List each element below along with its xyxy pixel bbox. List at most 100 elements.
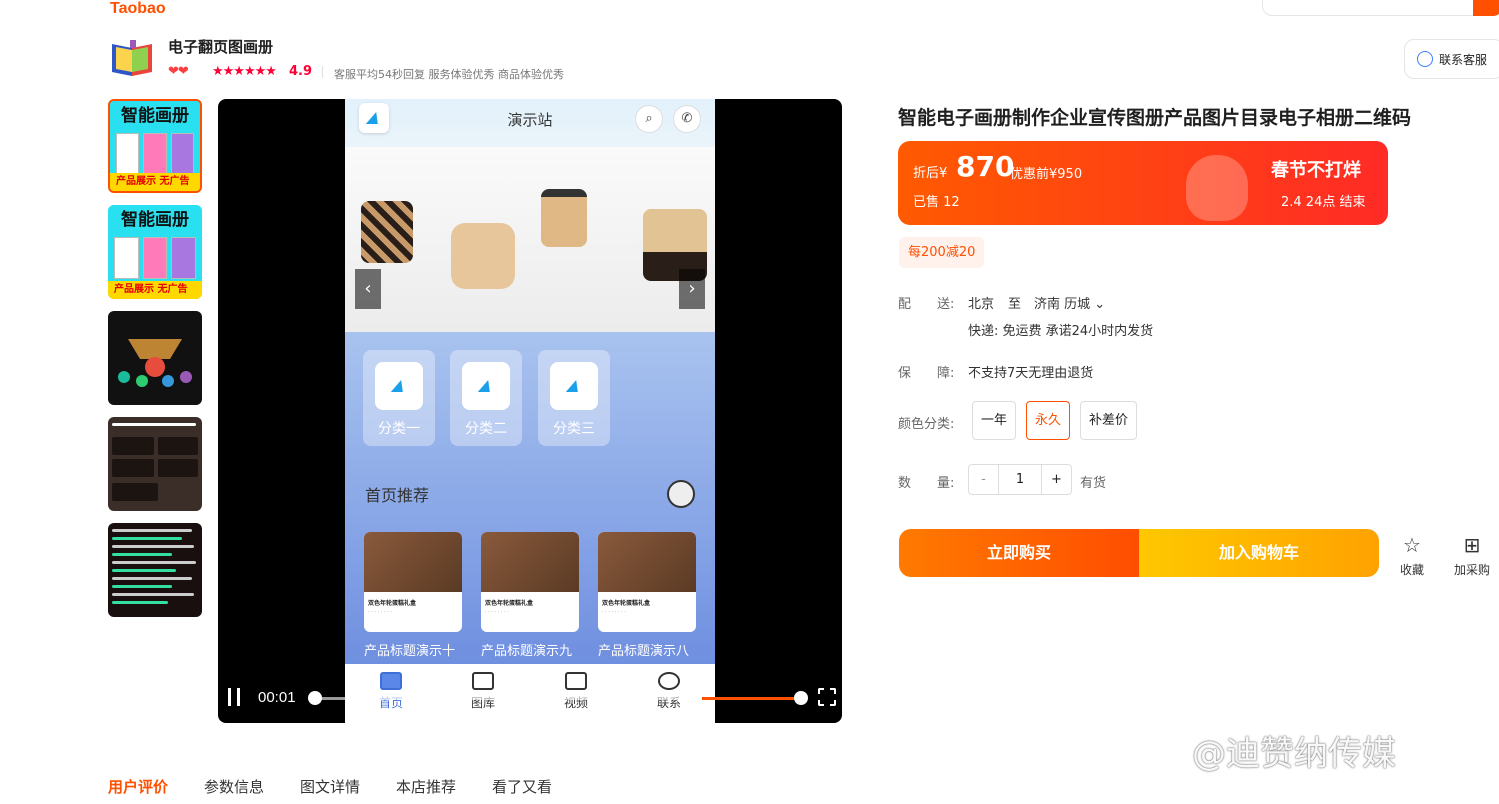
shop-score: 4.9	[289, 64, 313, 79]
thumbnail-pages	[116, 133, 194, 175]
tab-shop-recommend[interactable]: 本店推荐	[396, 776, 456, 797]
thumbnail-title: 智能画册	[108, 205, 202, 231]
shipping-label: 配 送:	[898, 297, 955, 312]
app-tabbar: 首页 图库 视频 联系	[345, 664, 715, 723]
progress-handle[interactable]	[794, 691, 808, 705]
thumbnail-caption: 产品展示 无广告	[108, 281, 202, 299]
price-panel: 折后¥ 870 优惠前¥950 已售 12 春节不打烊 2.4 24点 结束	[898, 141, 1388, 225]
shop-logo[interactable]	[108, 38, 156, 78]
contact-service-button[interactable]: 联系客服	[1404, 39, 1499, 79]
chevron-right-icon: ›	[679, 269, 705, 309]
category-area: 分类一 分类二 分类三 首页推荐 双色年轮蛋糕礼盒 · · · · · · · ·…	[345, 332, 715, 664]
thumbnail-pages	[114, 237, 197, 279]
star-rating-icon: ★★★★★★	[212, 64, 277, 79]
quantity-input[interactable]: 1	[999, 465, 1041, 494]
search-input[interactable]	[1262, 0, 1499, 16]
shop-name[interactable]: 电子翻页图画册	[168, 36, 273, 57]
original-price: 优惠前¥950	[1010, 167, 1083, 182]
quantity-label: 数 量:	[898, 476, 955, 491]
play-icon	[667, 480, 695, 508]
option-permanent[interactable]: 永久	[1026, 401, 1071, 440]
buy-now-button[interactable]: 立即购买	[899, 529, 1139, 577]
product-card-title: 产品标题演示九	[481, 644, 573, 659]
category-icon	[462, 362, 510, 410]
quantity-stepper: - 1 +	[968, 464, 1072, 495]
sold-count: 已售 12	[913, 195, 960, 210]
shipping-destination[interactable]: 济南 历城 ⌄	[1034, 293, 1105, 312]
add-purchase-list-button[interactable]: ⊞ 加采购	[1450, 533, 1494, 578]
watermark: @迪赞纳传媒	[1192, 734, 1396, 774]
product-card: 双色年轮蛋糕礼盒 · · · · · · · ·	[598, 532, 696, 632]
category-item: 分类二	[450, 350, 522, 446]
chevron-down-icon: ⌄	[1094, 297, 1106, 312]
heart-rating-icon: ❤❤	[168, 64, 189, 79]
product-card-title: 产品标题演示八	[598, 644, 690, 659]
tab-contact: 联系	[639, 672, 699, 711]
tab-parameters[interactable]: 参数信息	[204, 776, 264, 797]
fullscreen-icon[interactable]	[818, 688, 836, 706]
video-frame: 演示站 ⌕ ✆ ‹ › 分类一 分类二 分类三 首页推荐 双色年轮蛋糕礼盒 · ·…	[345, 99, 715, 723]
guarantee-value: 不支持7天无理由退货	[968, 366, 1094, 381]
product-card-title: 产品标题演示十	[364, 644, 456, 659]
promo-end: 2.4 24点 结束	[1281, 195, 1366, 210]
color-label: 颜色分类:	[898, 417, 955, 432]
category-icon	[550, 362, 598, 410]
price-value: 870	[956, 150, 1015, 183]
category-label: 分类二	[465, 421, 507, 437]
divider	[322, 66, 323, 78]
increment-button[interactable]: +	[1041, 465, 1071, 494]
shipping-from: 北京	[968, 297, 995, 312]
tab-details[interactable]: 图文详情	[300, 776, 360, 797]
app-header: 演示站 ⌕ ✆	[345, 99, 715, 147]
tab-gallery: 图库	[453, 672, 513, 711]
thumbnail-title: 智能画册	[110, 101, 200, 127]
category-label: 分类三	[553, 421, 595, 437]
home-icon	[380, 672, 402, 690]
contact-label: 联系客服	[1439, 52, 1488, 67]
chat-icon	[1417, 51, 1433, 67]
list-add-icon: ⊞	[1463, 533, 1481, 557]
coupon-tag[interactable]: 每200减20	[899, 237, 985, 268]
tab-home: 首页	[361, 672, 421, 711]
search-icon: ⌕	[635, 105, 663, 133]
image-icon	[472, 672, 494, 690]
product-card: 双色年轮蛋糕礼盒 · · · · · · · ·	[481, 532, 579, 632]
tab-video: 视频	[546, 672, 606, 711]
product-title: 智能电子画册制作企业宣传图册产品图片目录电子相册二维码	[898, 107, 1412, 129]
shipping-detail: 快递: 免运费 承诺24小时内发货	[968, 324, 1154, 339]
option-price-difference[interactable]: 补差价	[1080, 401, 1138, 440]
tab-reviews[interactable]: 用户评价	[108, 776, 168, 797]
thumbnail-1[interactable]: 智能画册 产品展示 无广告	[108, 99, 202, 193]
lucky-bag-icon	[1186, 155, 1248, 221]
phone-icon: ✆	[673, 105, 701, 133]
category-icon	[375, 362, 423, 410]
progress-fill	[702, 697, 800, 700]
category-item: 分类一	[363, 350, 435, 446]
video-icon	[565, 672, 587, 690]
product-card: 双色年轮蛋糕礼盒 · · · · · · · ·	[364, 532, 462, 632]
section-title: 首页推荐	[365, 486, 430, 505]
shipping-to-word: 至	[1008, 297, 1022, 312]
tab-also-viewed[interactable]: 看了又看	[492, 776, 552, 797]
chat-icon	[658, 672, 680, 690]
current-time: 00:01	[258, 689, 296, 706]
product-banner: ‹ ›	[345, 147, 715, 332]
shop-service-info: 客服平均54秒回复 服务体验优秀 商品体验优秀	[334, 68, 564, 81]
thumbnail-caption: 产品展示 无广告	[110, 173, 200, 191]
favorite-button[interactable]: ☆ 收藏	[1390, 533, 1434, 578]
thumbnail-5[interactable]	[108, 523, 202, 617]
thumbnail-2[interactable]: 智能画册 产品展示 无广告	[108, 205, 202, 299]
pause-button[interactable]	[228, 688, 240, 706]
category-label: 分类一	[378, 421, 420, 437]
thumbnail-3[interactable]	[108, 311, 202, 405]
promo-title: 春节不打烊	[1271, 160, 1361, 181]
decrement-button[interactable]: -	[969, 465, 999, 494]
progress-handle-start[interactable]	[308, 691, 322, 705]
thumbnail-4[interactable]	[108, 417, 202, 511]
category-item: 分类三	[538, 350, 610, 446]
option-one-year[interactable]: 一年	[972, 401, 1017, 440]
search-button[interactable]	[1473, 0, 1499, 16]
add-to-cart-button[interactable]: 加入购物车	[1139, 529, 1379, 577]
brand-logo[interactable]: Taobao	[110, 0, 166, 18]
price-prefix: 折后¥	[913, 166, 948, 181]
